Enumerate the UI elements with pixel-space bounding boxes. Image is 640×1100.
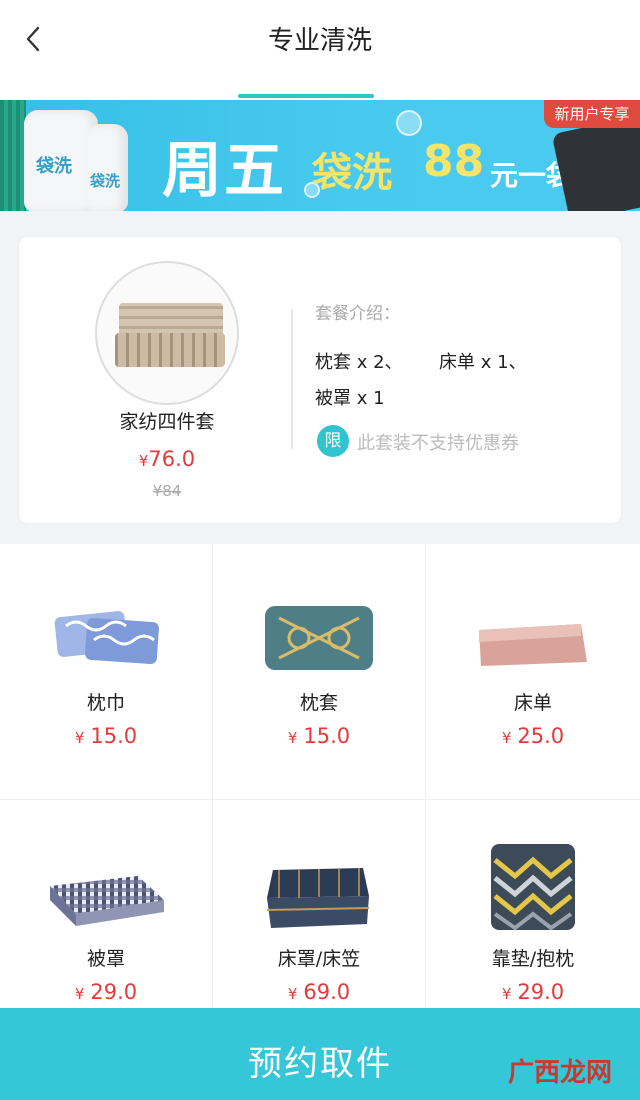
package-item: 被罩 x 1 <box>315 388 385 409</box>
product-price: ¥15.0 <box>287 724 351 748</box>
top-nav: 专业清洗 <box>0 0 640 100</box>
bedding-set-image <box>95 261 239 405</box>
package-item: 枕套 x 2、 <box>315 352 403 373</box>
bag-label: 袋洗 <box>36 156 72 177</box>
product-name: 床单 <box>513 692 552 714</box>
page-title: 专业清洗 <box>267 26 372 56</box>
promo-banner[interactable]: 袋洗 袋洗 周五 袋洗 88 元一袋 新用户专享 <box>0 100 640 211</box>
product-price: ¥29.0 <box>501 980 565 1004</box>
product-card[interactable]: 枕套 ¥15.0 <box>213 544 426 800</box>
limit-badge-icon: 限 <box>317 425 349 457</box>
package-item: 床单 x 1、 <box>439 352 527 373</box>
product-name: 枕巾 <box>86 692 125 714</box>
package-card[interactable]: 家纺四件套 ¥76.0 ¥84 套餐介绍： 枕套 x 2、 床单 x 1、 被罩 … <box>18 236 622 524</box>
bedspread-image <box>266 868 370 928</box>
package-price-value: 76.0 <box>148 447 196 471</box>
banner-price: 88 <box>423 136 485 187</box>
divider <box>291 309 293 449</box>
cushion-image <box>491 844 575 931</box>
bag-label-small: 袋洗 <box>90 172 121 190</box>
product-price: ¥25.0 <box>501 724 565 748</box>
pillowcase-image <box>265 606 373 670</box>
limit-note: 此套装不支持优惠券 <box>357 433 519 454</box>
banner-brand: 袋洗 <box>312 150 392 196</box>
product-card[interactable]: 床单 ¥25.0 <box>426 544 640 800</box>
product-price: ¥15.0 <box>74 724 138 748</box>
product-name: 被罩 <box>86 948 125 970</box>
bedsheet-image <box>479 624 587 666</box>
pillow-towel-image <box>54 611 159 665</box>
watermark-logo: 广西龙网 <box>508 1058 613 1088</box>
product-name: 床罩/床笠 <box>277 948 361 970</box>
product-name: 枕套 <box>299 692 338 714</box>
currency-symbol: ¥ <box>138 452 149 470</box>
new-user-badge: 新用户专享 <box>544 100 640 128</box>
product-name: 靠垫/抱枕 <box>491 948 575 970</box>
product-price: ¥69.0 <box>287 980 351 1004</box>
curtain-decoration <box>0 100 26 211</box>
package-old-price: ¥84 <box>152 482 182 500</box>
duvet-cover-image <box>50 876 164 926</box>
product-card[interactable]: 枕巾 ¥15.0 <box>0 544 213 800</box>
package-price: ¥76.0 <box>67 447 267 471</box>
title-underline <box>238 94 374 98</box>
laundry-bag-image-small: 袋洗 <box>86 124 128 211</box>
product-price: ¥29.0 <box>74 980 138 1004</box>
clothes-image <box>551 115 640 211</box>
banner-day: 周五 <box>162 136 286 206</box>
bubble-decoration <box>396 110 422 136</box>
package-intro-title: 套餐介绍： <box>315 304 400 324</box>
package-intro-items: 枕套 x 2、 床单 x 1、 被罩 x 1 <box>315 345 605 417</box>
package-name: 家纺四件套 <box>119 411 215 433</box>
